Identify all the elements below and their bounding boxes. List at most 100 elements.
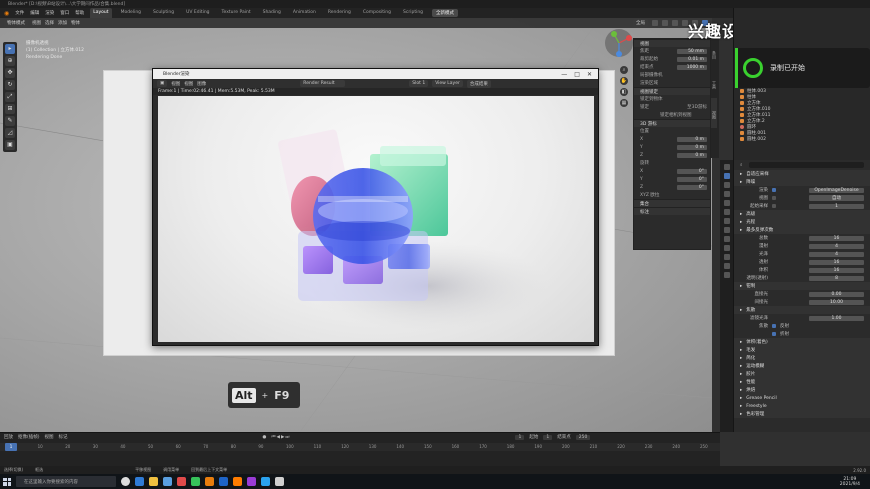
ai-icon[interactable] — [233, 477, 242, 486]
app-icon-1[interactable] — [177, 477, 186, 486]
property-row[interactable]: ▸ 色彩管理 — [734, 410, 870, 418]
property-row[interactable]: ▸ 简化 — [734, 354, 870, 362]
menu-file[interactable]: 文件 — [15, 10, 24, 16]
menu-edit[interactable]: 编辑 — [30, 10, 39, 16]
rotate-icon[interactable]: ↻ — [5, 80, 15, 90]
object-tab-icon[interactable] — [723, 218, 730, 224]
tab-scripting[interactable]: Scripting — [400, 8, 426, 18]
property-row[interactable]: ▸ 高级 — [734, 210, 870, 218]
task-view-icon[interactable] — [121, 477, 130, 486]
tab-layout[interactable]: Layout — [90, 8, 112, 18]
taskbar-search[interactable]: 在这里输入你要搜索的内容 — [16, 476, 116, 487]
property-value[interactable]: OpenImageDenoise — [809, 187, 864, 193]
prop-cursor-y[interactable]: Y0 m — [634, 143, 710, 151]
scale-icon[interactable]: ⤢ — [5, 92, 15, 102]
menu-view[interactable]: 视图 — [32, 20, 41, 26]
close-button[interactable]: ✕ — [587, 71, 592, 78]
npanel-section-annotation[interactable]: 标注 — [634, 207, 710, 215]
minimize-button[interactable]: — — [561, 71, 567, 78]
ps-icon[interactable] — [219, 477, 228, 486]
tool-tab-icon[interactable] — [723, 164, 730, 170]
prop-lock-object[interactable]: 锁定到物体 — [634, 95, 710, 103]
property-value[interactable]: 16 — [809, 235, 864, 241]
app-icon-3[interactable] — [261, 477, 270, 486]
property-row[interactable]: 透明(透射) 8 — [734, 274, 870, 282]
checkbox[interactable] — [772, 324, 776, 328]
menu-image[interactable]: 图像 — [197, 81, 206, 87]
property-row[interactable]: ▸ 光程 — [734, 218, 870, 226]
tab-view[interactable]: 视图 — [711, 98, 717, 128]
menu-select[interactable]: 选择 — [45, 20, 54, 26]
render-tab-icon[interactable] — [723, 173, 730, 179]
taskbar-clock[interactable]: 21:09 2021/9/4 — [840, 477, 860, 487]
property-row[interactable]: 渲染 OpenImageDenoise — [734, 186, 870, 194]
windows-start-icon[interactable] — [3, 477, 11, 486]
prop-render-region[interactable]: 渲染区域 — [634, 79, 710, 87]
start-frame-field[interactable]: 1 — [543, 434, 553, 440]
current-frame-field[interactable]: 1 — [515, 434, 525, 440]
slot-selector[interactable]: Slot 1 — [409, 80, 429, 87]
checkbox[interactable] — [772, 196, 776, 200]
app-icon-2[interactable] — [191, 477, 200, 486]
property-row[interactable]: 滤镜光泽 1.00 — [734, 314, 870, 322]
property-value[interactable]: 10.00 — [809, 299, 864, 305]
property-value[interactable]: 折射 — [780, 331, 789, 337]
tab-rendering[interactable]: Rendering — [325, 8, 354, 18]
material-tab-icon[interactable] — [723, 272, 730, 278]
property-row[interactable]: ▸ 运动模糊 — [734, 362, 870, 370]
prop-cursor-z[interactable]: Z0 m — [634, 151, 710, 159]
app-icon-4[interactable] — [275, 477, 284, 486]
checkbox[interactable] — [772, 204, 776, 208]
property-value[interactable]: 16 — [809, 259, 864, 265]
prop-clip-end[interactable]: 结束点 1000 m — [634, 63, 710, 71]
annotate-icon[interactable]: ✎ — [5, 116, 15, 126]
property-row[interactable]: ▸ 钳制 — [734, 282, 870, 290]
menu-object[interactable]: 物体 — [71, 20, 80, 26]
output-tab-icon[interactable] — [723, 182, 730, 188]
image-selector[interactable]: Render Result — [300, 80, 346, 87]
property-row[interactable]: ▸ 烘焙 — [734, 386, 870, 394]
prop-rot-x[interactable]: X 0° — [634, 167, 710, 175]
scene-tab-icon[interactable] — [723, 200, 730, 206]
menu-view[interactable]: 视图 — [171, 81, 180, 87]
maximize-button[interactable]: □ — [574, 71, 580, 78]
select-box-icon[interactable]: ▸ — [5, 44, 15, 54]
menu-add[interactable]: 添加 — [58, 20, 67, 26]
tab-tool[interactable]: 工具 — [711, 68, 717, 98]
world-tab-icon[interactable] — [723, 209, 730, 215]
property-row[interactable]: 直接光 0.00 — [734, 290, 870, 298]
prop-local-camera[interactable]: 局部摄像机 — [634, 71, 710, 79]
modifier-tab-icon[interactable] — [723, 227, 730, 233]
property-row[interactable]: 间接光 10.00 — [734, 298, 870, 306]
playhead[interactable]: 1 — [5, 443, 17, 451]
property-row[interactable]: 总数 16 — [734, 234, 870, 242]
property-value[interactable]: 0.00 — [809, 291, 864, 297]
property-row[interactable]: 起始采样 1 — [734, 202, 870, 210]
explorer-icon[interactable] — [149, 477, 158, 486]
timeline-ruler[interactable]: 1102030405060708090100110120130140150160… — [0, 443, 720, 451]
property-row[interactable]: 焦散 反射 — [734, 322, 870, 330]
property-row[interactable]: ▸ 降噪 — [734, 178, 870, 186]
navigation-gizmo-icon[interactable] — [604, 28, 634, 58]
property-value[interactable]: 4 — [809, 243, 864, 249]
property-row[interactable]: ▸ Grease Pencil — [734, 394, 870, 402]
blender-logo-icon[interactable]: ◉ — [4, 10, 9, 17]
properties-search[interactable]: ⌕ — [734, 160, 870, 170]
property-row[interactable]: ▸ Freestyle — [734, 402, 870, 410]
tab-sculpting[interactable]: Sculpting — [150, 8, 177, 18]
property-value[interactable]: 1.00 — [809, 315, 864, 321]
property-row[interactable]: ▸ 性能 — [734, 378, 870, 386]
menu-render[interactable]: 渲染 — [45, 10, 54, 16]
tab-compositing[interactable]: Compositing — [360, 8, 394, 18]
view-layer-tab-icon[interactable] — [723, 191, 730, 197]
property-value[interactable]: 4 — [809, 251, 864, 257]
pan-icon[interactable]: ✋ — [620, 77, 628, 85]
zoom-icon[interactable]: ⌕ — [620, 66, 628, 74]
property-value[interactable]: 16 — [809, 267, 864, 273]
cursor-icon[interactable]: ⊕ — [5, 56, 15, 66]
property-row[interactable]: ▸ 毛发 — [734, 346, 870, 354]
property-value[interactable]: 1 — [809, 203, 864, 209]
npanel-section-3d-cursor[interactable]: 3D 游标 — [634, 119, 710, 127]
menu-window[interactable]: 窗口 — [60, 10, 69, 16]
property-value[interactable]: 反射 — [780, 323, 789, 329]
